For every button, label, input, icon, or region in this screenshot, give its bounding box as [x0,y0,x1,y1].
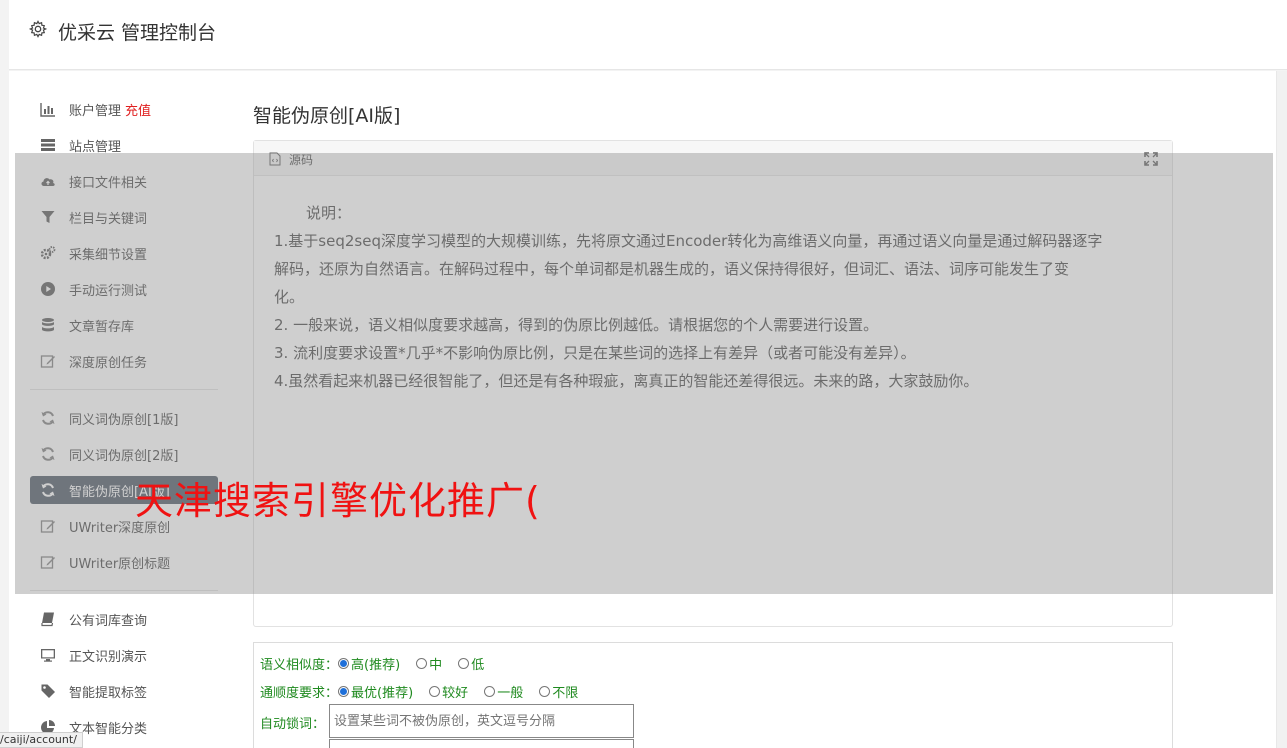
top-header: 优采云 管理控制台 [9,0,1287,70]
sidebar-item-label: 账户管理 [69,103,122,119]
ad-overlay [15,153,1273,594]
watermark-text: 天津搜索引擎优化推广( [135,479,541,523]
page-title: 智能伪原创[AI版] [253,105,401,127]
fluency-label: 通顺度要求： [260,686,339,701]
sidebar-item-label: 智能提取标签 [69,685,148,701]
lock-words-row: 自动锁词： [260,713,325,732]
book-icon [39,610,57,628]
sidebar-item-label: 公有词库查询 [69,613,148,629]
sidebar-item-public-lexicon[interactable]: 公有词库查询 [30,605,218,633]
status-bar-url: /caiji/account/ [0,732,83,748]
similarity-row: 语义相似度： 高(推荐) 中 低 [260,654,500,673]
recharge-link[interactable]: 充值 [125,100,151,119]
fluency-any-radio[interactable]: 不限 [539,682,578,701]
secondary-input[interactable] [329,739,634,748]
sidebar-item-account[interactable]: 账户管理 充值 [30,95,218,123]
similarity-label: 语义相似度： [260,658,339,673]
lock-words-input[interactable] [329,704,634,738]
monitor-icon [39,646,57,664]
fluency-best-radio[interactable]: 最优(推荐) [338,682,413,701]
sidebar-item-label: 站点管理 [69,139,122,155]
similarity-high-radio[interactable]: 高(推荐) [338,654,400,673]
sidebar-item-text-recognition[interactable]: 正文识别演示 [30,641,218,669]
server-icon [39,136,57,154]
bar-chart-icon [39,100,57,118]
similarity-low-radio[interactable]: 低 [458,654,484,673]
fluency-row: 通顺度要求： 最优(推荐) 较好 一般 不限 [260,682,594,701]
similarity-medium-radio[interactable]: 中 [416,654,442,673]
sidebar-item-tag-extract[interactable]: 智能提取标签 [30,677,218,705]
page-scrollbar[interactable] [1276,71,1287,748]
gear-icon [29,20,47,38]
lock-words-label: 自动锁词： [260,717,326,732]
fluency-normal-radio[interactable]: 一般 [484,682,523,701]
fluency-good-radio[interactable]: 较好 [429,682,468,701]
app-title: 优采云 管理控制台 [58,22,217,44]
tag-icon [39,682,57,700]
sidebar-item-label: 正文识别演示 [69,649,148,665]
